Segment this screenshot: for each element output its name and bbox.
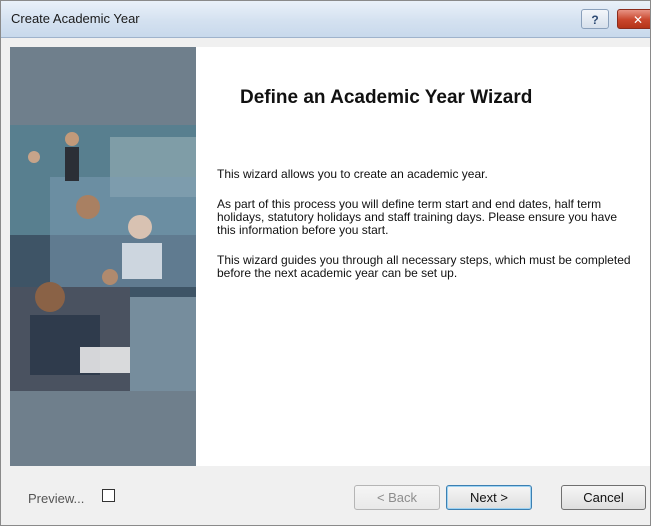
- wizard-heading: Define an Academic Year Wizard: [240, 87, 533, 108]
- wizard-content: Define an Academic Year Wizard This wiza…: [196, 47, 650, 466]
- process-paragraph: As part of this process you will define …: [217, 197, 618, 237]
- window-title: Create Academic Year: [11, 11, 140, 26]
- title-bar[interactable]: Create Academic Year ? ✕: [1, 1, 650, 38]
- back-button[interactable]: < Back: [354, 485, 440, 510]
- wizard-footer: Preview... < Back Next > Cancel: [1, 466, 650, 525]
- cancel-button[interactable]: Cancel: [561, 485, 646, 510]
- wizard-side-panel: [10, 47, 196, 466]
- classroom-collage-image: [10, 47, 196, 466]
- intro-paragraph: This wizard allows you to create an acad…: [217, 167, 488, 181]
- close-icon: ✕: [632, 13, 644, 27]
- guide-paragraph: This wizard guides you through all neces…: [217, 253, 631, 280]
- next-button[interactable]: Next >: [446, 485, 532, 510]
- help-icon: ?: [591, 13, 599, 27]
- close-button[interactable]: ✕: [617, 9, 650, 29]
- wizard-window: Create Academic Year ? ✕ Define an Acade…: [0, 0, 651, 526]
- help-button[interactable]: ?: [581, 9, 609, 29]
- preview-label: Preview...: [28, 491, 85, 506]
- preview-checkbox[interactable]: [102, 489, 115, 502]
